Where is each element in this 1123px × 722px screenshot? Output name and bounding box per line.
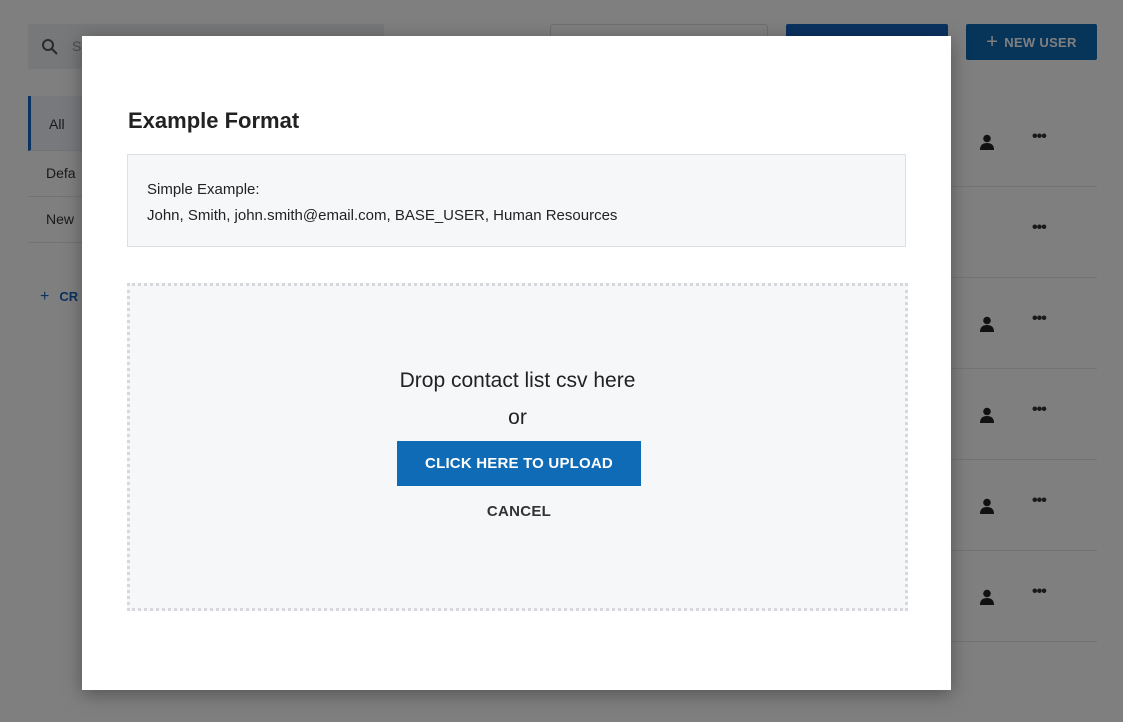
upload-button[interactable]: CLICK HERE TO UPLOAD (397, 441, 641, 486)
import-users-dialog: Example Format Simple Example: John, Smi… (82, 36, 951, 690)
dropzone-prompt: Drop contact list csv here (399, 369, 636, 392)
example-text: John, Smith, john.smith@email.com, BASE_… (147, 207, 618, 224)
dialog-title: Example Format (128, 108, 300, 133)
csv-dropzone[interactable]: Drop contact list csv here or CLICK HERE… (127, 283, 908, 611)
dropzone-or: or (508, 406, 527, 429)
cancel-button[interactable]: CANCEL (450, 498, 588, 524)
example-format-box: Simple Example: John, Smith, john.smith@… (127, 154, 906, 247)
example-heading: Simple Example: (147, 181, 260, 198)
